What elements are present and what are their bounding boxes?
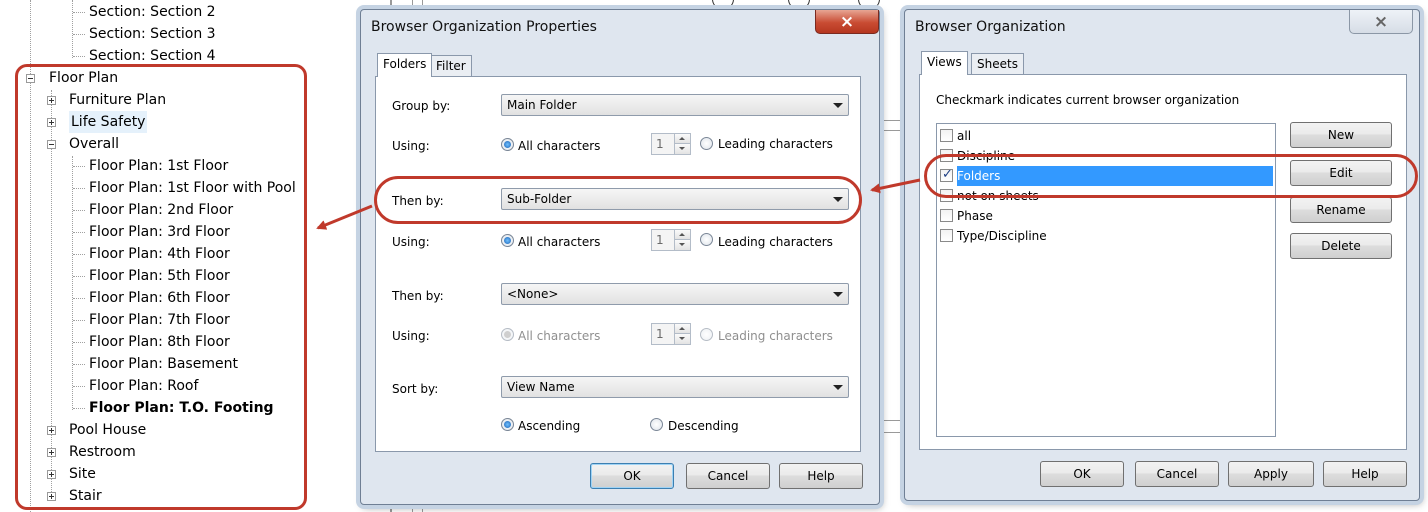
- dialog-title: Browser Organization Properties: [371, 19, 597, 35]
- tree-branch-line: [73, 34, 85, 35]
- delete-button[interactable]: Delete: [1290, 233, 1392, 259]
- project-browser-tree: Section: Section 2 Section: Section 3 Sect…: [0, 0, 360, 512]
- browser-organization-dialog: Browser Organization × Views Sheets Chec…: [904, 9, 1420, 501]
- dialog-title: Browser Organization: [915, 19, 1066, 35]
- floor-plan-highlight-frame: [15, 64, 307, 510]
- leading-characters-label: Leading characters: [718, 137, 833, 151]
- help-button[interactable]: Help: [779, 463, 863, 489]
- close-button[interactable]: ×: [815, 10, 879, 34]
- list-item[interactable]: Phase: [957, 206, 993, 226]
- stepper-value: 1: [656, 137, 664, 151]
- spin-up-icon[interactable]: [675, 134, 690, 144]
- spin-up-icon[interactable]: [675, 230, 690, 240]
- all-characters-label: All characters: [518, 139, 601, 153]
- browser-organization-properties-dialog: Browser Organization Properties × Folder…: [360, 9, 880, 505]
- group-by-select[interactable]: Main Folder: [501, 94, 849, 116]
- list-item[interactable]: Type/Discipline: [957, 226, 1047, 246]
- then-by-value: <None>: [507, 287, 559, 301]
- ascending-radio[interactable]: [501, 418, 514, 431]
- leading-characters-radio[interactable]: [700, 328, 713, 341]
- chevron-down-icon: [833, 385, 843, 390]
- ok-button[interactable]: OK: [1040, 461, 1124, 487]
- tree-item[interactable]: Section: Section 3: [89, 23, 216, 45]
- characters-stepper[interactable]: 1: [651, 229, 691, 251]
- close-button[interactable]: ×: [1349, 10, 1413, 34]
- stepper-value: 1: [656, 327, 664, 341]
- organization-checkbox[interactable]: [940, 209, 953, 222]
- then-by-label: Then by:: [392, 289, 444, 303]
- ok-button[interactable]: OK: [590, 463, 674, 489]
- using-label: Using:: [392, 139, 430, 153]
- all-characters-radio[interactable]: [501, 138, 514, 151]
- tab-filter[interactable]: Filter: [430, 55, 472, 77]
- views-tab-panel: Checkmark indicates current browser orga…: [919, 74, 1407, 450]
- apply-button[interactable]: Apply: [1228, 461, 1314, 487]
- ascending-label: Ascending: [518, 419, 581, 433]
- spin-down-icon[interactable]: [675, 144, 690, 154]
- chevron-down-icon: [833, 292, 843, 297]
- all-characters-radio[interactable]: [501, 234, 514, 247]
- sort-by-value: View Name: [507, 380, 575, 394]
- leading-characters-radio[interactable]: [700, 233, 713, 246]
- chevron-down-icon: [833, 103, 843, 108]
- all-characters-radio[interactable]: [501, 328, 514, 341]
- rename-button[interactable]: Rename: [1290, 197, 1392, 223]
- instruction-text: Checkmark indicates current browser orga…: [936, 93, 1240, 107]
- close-icon: ×: [839, 11, 855, 32]
- then-by-highlight-oval: [374, 176, 862, 224]
- group-by-value: Main Folder: [507, 98, 577, 112]
- sort-by-select[interactable]: View Name: [501, 376, 849, 398]
- new-button[interactable]: New: [1290, 122, 1392, 148]
- then-by-select-2[interactable]: <None>: [501, 283, 849, 305]
- characters-stepper[interactable]: 1: [651, 323, 691, 345]
- tree-branch-line: [73, 56, 85, 57]
- descending-radio[interactable]: [650, 418, 663, 431]
- cancel-button[interactable]: Cancel: [686, 463, 770, 489]
- all-characters-label: All characters: [518, 235, 601, 249]
- leading-characters-label: Leading characters: [718, 329, 833, 343]
- characters-stepper[interactable]: 1: [651, 133, 691, 155]
- stepper-value: 1: [656, 233, 664, 247]
- close-icon: ×: [1373, 11, 1389, 32]
- tree-item[interactable]: Section: Section 2: [89, 1, 216, 23]
- spin-down-icon[interactable]: [675, 334, 690, 344]
- cancel-button[interactable]: Cancel: [1135, 461, 1219, 487]
- leading-characters-radio[interactable]: [700, 137, 713, 150]
- tab-sheets[interactable]: Sheets: [971, 53, 1024, 75]
- leading-characters-label: Leading characters: [718, 235, 833, 249]
- descending-label: Descending: [668, 419, 739, 433]
- tree-guide-line: [72, 0, 73, 58]
- organization-checkbox[interactable]: [940, 229, 953, 242]
- folders-edit-highlight-oval: [924, 154, 1418, 198]
- sort-by-label: Sort by:: [392, 382, 439, 396]
- using-label: Using:: [392, 329, 430, 343]
- tree-branch-line: [73, 12, 85, 13]
- list-item[interactable]: all: [957, 126, 971, 146]
- spin-down-icon[interactable]: [675, 240, 690, 250]
- help-button[interactable]: Help: [1323, 461, 1407, 487]
- organization-checkbox[interactable]: [940, 129, 953, 142]
- folders-tab-panel: Group by: Main Folder Using: All charact…: [375, 76, 861, 452]
- using-label: Using:: [392, 235, 430, 249]
- all-characters-label: All characters: [518, 329, 601, 343]
- group-by-label: Group by:: [392, 99, 451, 113]
- spin-up-icon[interactable]: [675, 324, 690, 334]
- tab-folders[interactable]: Folders: [377, 53, 433, 77]
- tab-views[interactable]: Views: [921, 51, 968, 75]
